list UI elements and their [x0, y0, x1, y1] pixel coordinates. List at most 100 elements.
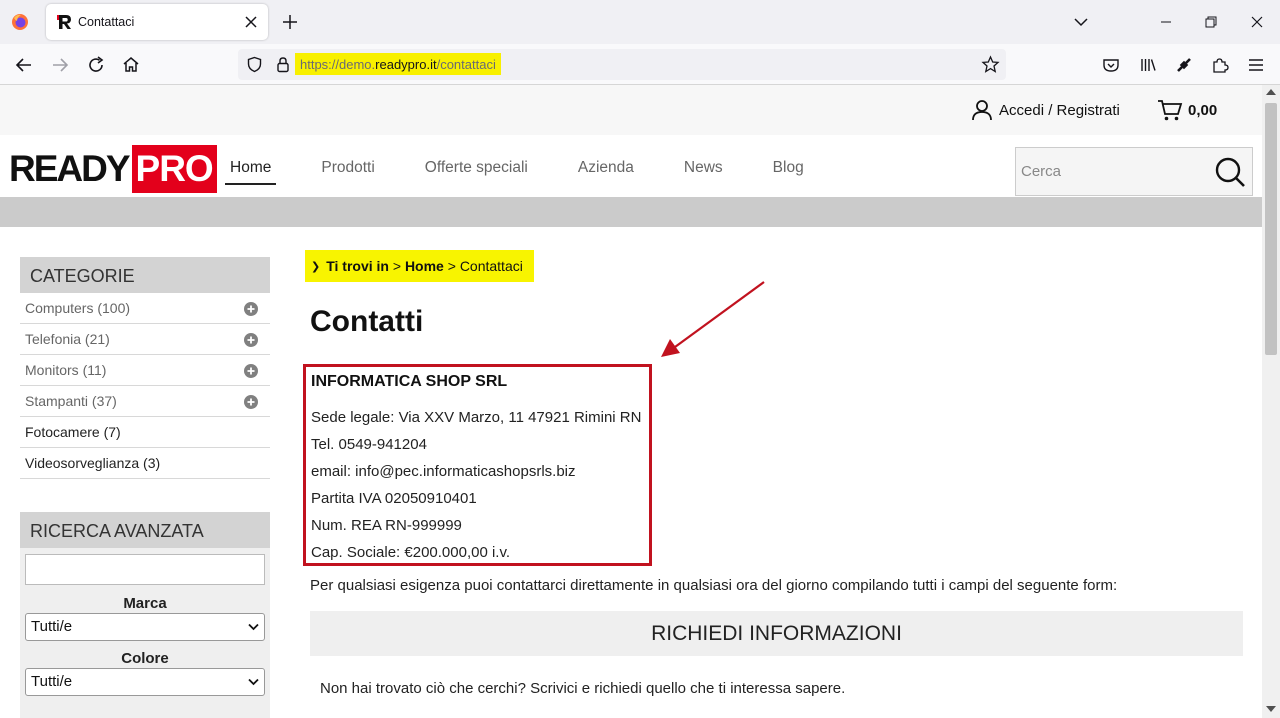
close-tab-icon[interactable]: [242, 13, 260, 31]
advanced-search-title: RICERCA AVANZATA: [20, 512, 270, 548]
address-bar[interactable]: https://demo.readypro.it/contattaci: [238, 49, 1006, 80]
breadcrumb-prefix: Ti trovi in: [326, 258, 389, 274]
logo-text-pro: PRO: [131, 145, 217, 193]
lock-icon[interactable]: [275, 56, 291, 73]
brand-label: Marca: [123, 595, 167, 612]
gray-banner-bar: [0, 197, 1262, 227]
annotation-arrow: [661, 281, 765, 357]
request-info-text: Non hai trovato ciò che cerchi? Scrivici…: [320, 680, 846, 697]
forward-arrow-icon[interactable]: [50, 55, 70, 75]
extension-tool-icon[interactable]: [1174, 55, 1194, 75]
company-phone: Tel. 0549-941204: [311, 436, 427, 453]
bookmark-star-icon[interactable]: [981, 55, 1000, 74]
browser-tab-bar: Contattaci: [0, 0, 1280, 44]
shield-icon[interactable]: [246, 56, 263, 73]
search-input[interactable]: [1016, 148, 1206, 195]
restore-window-icon[interactable]: [1202, 13, 1220, 31]
request-info-heading: RICHIEDI INFORMAZIONI: [310, 611, 1243, 656]
library-icon[interactable]: [1138, 55, 1158, 75]
account-label: Accedi / Registrati: [999, 101, 1120, 119]
expand-plus-icon[interactable]: [244, 302, 258, 316]
readypro-logo[interactable]: READY PRO: [9, 145, 217, 193]
categories-title: CATEGORIE: [20, 257, 270, 293]
menu-item-offerte-speciali[interactable]: Offerte speciali: [420, 155, 533, 185]
company-capital: Cap. Sociale: €200.000,00 i.v.: [311, 544, 511, 561]
page-scrollbar[interactable]: [1262, 85, 1280, 718]
chevron-down-icon: [248, 678, 259, 686]
menu-item-home[interactable]: Home: [225, 155, 277, 185]
scroll-up-arrow-icon[interactable]: [1266, 88, 1276, 96]
category-label: Monitors (11): [25, 362, 107, 378]
category-label: Computers (100): [25, 300, 131, 316]
main-menu: Home Prodotti Offerte speciali Azienda N…: [225, 155, 849, 185]
menu-item-blog[interactable]: Blog: [768, 155, 809, 185]
cart-total: 0,00: [1188, 101, 1218, 119]
logo-text-ready: READY: [9, 148, 131, 189]
extensions-puzzle-icon[interactable]: [1210, 55, 1230, 75]
advanced-search-input[interactable]: [25, 554, 265, 585]
category-label: Videosorveglianza (3): [25, 455, 161, 471]
color-label: Colore: [121, 650, 169, 667]
shopping-cart-icon: [1158, 100, 1183, 121]
contact-intro-text: Per qualsiasi esigenza puoi contattarci …: [310, 577, 1118, 594]
close-window-icon[interactable]: [1248, 13, 1266, 31]
company-name: INFORMATICA SHOP SRL: [311, 373, 508, 390]
categories-panel: CATEGORIE Computers (100) Telefonia (21)…: [20, 257, 270, 479]
browser-navigation-bar: https://demo.readypro.it/contattaci: [0, 44, 1280, 85]
minimize-window-icon[interactable]: [1157, 13, 1175, 31]
category-label: Stampanti (37): [25, 393, 117, 409]
company-email: email: info@pec.informaticashopsrls.biz: [311, 463, 576, 480]
expand-plus-icon[interactable]: [244, 333, 258, 347]
new-tab-icon[interactable]: [280, 12, 300, 32]
home-icon[interactable]: [121, 55, 141, 75]
category-item[interactable]: Computers (100): [20, 293, 270, 324]
menu-item-prodotti[interactable]: Prodotti: [316, 155, 379, 185]
breadcrumb: ❯ Ti trovi in > Home > Contattaci: [305, 250, 534, 282]
reload-icon[interactable]: [86, 55, 106, 75]
back-arrow-icon[interactable]: [14, 55, 34, 75]
search-box: [1015, 147, 1253, 196]
color-select[interactable]: Tutti/e: [25, 668, 265, 696]
brand-select[interactable]: Tutti/e: [25, 613, 265, 641]
readypro-favicon-icon: [57, 15, 71, 29]
tab-title: Contattaci: [78, 15, 135, 29]
chevron-down-icon: [248, 623, 259, 631]
expand-plus-icon[interactable]: [244, 395, 258, 409]
company-rea: Num. REA RN-999999: [311, 517, 462, 534]
pocket-icon[interactable]: [1101, 55, 1121, 75]
hamburger-menu-icon[interactable]: [1246, 55, 1266, 75]
chevron-down-icon[interactable]: [1072, 13, 1090, 31]
company-vat: Partita IVA 02050910401: [311, 490, 477, 507]
breadcrumb-home-link[interactable]: Home: [405, 258, 444, 274]
category-item[interactable]: Telefonia (21): [20, 324, 270, 355]
category-item[interactable]: Stampanti (37): [20, 386, 270, 417]
scrollbar-thumb[interactable]: [1265, 103, 1277, 355]
breadcrumb-separator: >: [447, 258, 456, 274]
account-link[interactable]: Accedi / Registrati: [970, 97, 1120, 123]
breadcrumb-current: Contattaci: [459, 258, 523, 274]
firefox-icon[interactable]: [11, 13, 29, 31]
category-item[interactable]: Monitors (11): [20, 355, 270, 386]
category-item[interactable]: Videosorveglianza (3): [20, 448, 270, 479]
category-label: Fotocamere (7): [25, 424, 121, 440]
advanced-search-panel: RICERCA AVANZATA Marca Tutti/e Colore Tu…: [20, 512, 270, 718]
category-item[interactable]: Fotocamere (7): [20, 417, 270, 448]
url-text[interactable]: https://demo.readypro.it/contattaci: [295, 53, 501, 75]
browser-tab[interactable]: Contattaci: [46, 4, 268, 40]
menu-item-azienda[interactable]: Azienda: [573, 155, 639, 185]
url-domain: readypro.it: [375, 57, 437, 72]
url-prefix: https://demo.: [300, 57, 376, 72]
search-icon[interactable]: [1214, 156, 1246, 188]
page-viewport: Accedi / Registrati 0,00 READY PRO Home …: [0, 85, 1262, 718]
company-address: Sede legale: Via XXV Marzo, 11 47921 Rim…: [311, 409, 642, 426]
company-info-box: INFORMATICA SHOP SRL Sede legale: Via XX…: [303, 364, 652, 566]
category-label: Telefonia (21): [25, 331, 110, 347]
cart-link[interactable]: 0,00: [1157, 97, 1217, 123]
scroll-down-arrow-icon[interactable]: [1266, 705, 1276, 713]
url-path: /contattaci: [436, 57, 496, 72]
user-icon: [972, 100, 992, 121]
expand-plus-icon[interactable]: [244, 364, 258, 378]
top-strip: Accedi / Registrati 0,00: [0, 85, 1262, 135]
breadcrumb-separator: >: [392, 258, 402, 274]
menu-item-news[interactable]: News: [679, 155, 728, 185]
